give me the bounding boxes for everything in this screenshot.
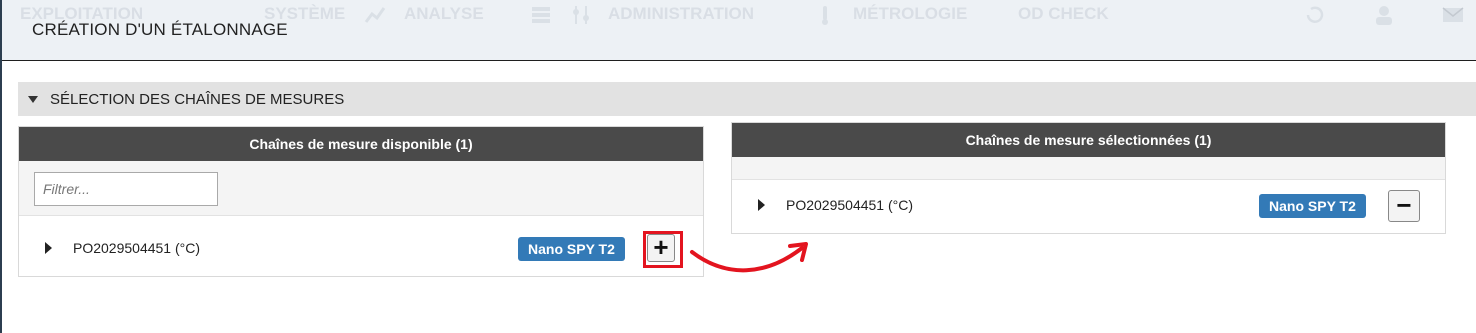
filter-input[interactable] xyxy=(34,172,218,206)
caret-down-icon xyxy=(28,96,38,103)
dialog-title: CRÉATION D'UN ÉTALONNAGE xyxy=(32,20,288,39)
user-icon[interactable] xyxy=(1373,4,1395,26)
curved-arrow-icon xyxy=(690,242,808,273)
chain-label: PO2029504451 (°C) xyxy=(73,240,201,256)
list-item[interactable]: PO2029504451 (°C) Nano SPY T2 + xyxy=(19,223,703,275)
settings-sliders-icon xyxy=(570,4,592,26)
chain-label: PO2029504451 (°C) xyxy=(786,197,914,213)
nav-item-metrologie[interactable]: MÉTROLOGIE xyxy=(853,4,967,24)
caret-right-icon[interactable] xyxy=(758,199,765,211)
available-chains-header: Chaînes de mesure disponible (1) xyxy=(19,127,703,161)
sensor-type-badge: Nano SPY T2 xyxy=(518,237,625,261)
dialog-header: EXPLOITATION SYSTÈME ANALYSE ADMINISTRAT… xyxy=(2,0,1476,61)
nav-item-analyse[interactable]: ANALYSE xyxy=(404,4,484,24)
history-icon[interactable] xyxy=(1304,4,1326,26)
sensor-type-badge: Nano SPY T2 xyxy=(1259,194,1366,218)
caret-right-icon[interactable] xyxy=(45,242,52,254)
available-chains-panel: Chaînes de mesure disponible (1) PO20295… xyxy=(18,126,704,277)
selected-chains-panel: Chaînes de mesure sélectionnées (1) PO20… xyxy=(731,122,1446,234)
thermometer-icon xyxy=(814,4,836,26)
mail-icon[interactable] xyxy=(1442,4,1464,26)
selected-chains-header: Chaînes de mesure sélectionnées (1) xyxy=(732,123,1445,157)
nav-item-od-check[interactable]: OD CHECK xyxy=(1018,4,1109,24)
filter-zone xyxy=(19,161,703,216)
selected-toolbar xyxy=(732,157,1445,180)
section-title: SÉLECTION DES CHAÎNES DE MESURES xyxy=(50,91,345,108)
calibration-dialog: EXPLOITATION SYSTÈME ANALYSE ADMINISTRAT… xyxy=(0,0,1476,333)
highlight-box xyxy=(643,231,683,268)
server-icon xyxy=(530,4,552,26)
analysis-chart-icon xyxy=(364,4,386,26)
list-item[interactable]: PO2029504451 (°C) Nano SPY T2 − xyxy=(732,180,1445,232)
nav-item-administration[interactable]: ADMINISTRATION xyxy=(608,4,754,24)
remove-button[interactable]: − xyxy=(1388,190,1420,222)
section-header[interactable]: SÉLECTION DES CHAÎNES DE MESURES xyxy=(18,82,1476,116)
